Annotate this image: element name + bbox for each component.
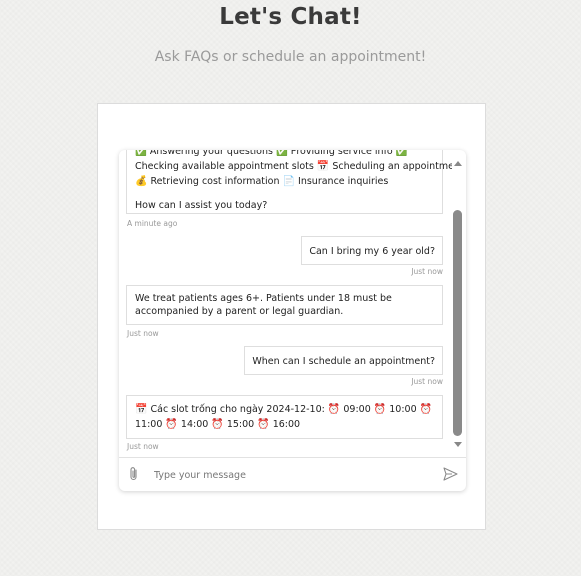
paperclip-icon[interactable] xyxy=(128,466,140,482)
alarm-clock-icon: ⏰ xyxy=(327,404,341,415)
bot-line-text: Scheduling an appointment xyxy=(332,161,452,172)
time-slot: 14:00 xyxy=(180,419,209,430)
scrollbar-thumb[interactable] xyxy=(453,210,462,436)
bot-message: 📅 Các slot trống cho ngày 2024-12-10: ⏰ … xyxy=(126,395,443,439)
bot-message: ✅ Answering your questions ✅ Providing s… xyxy=(126,150,452,214)
alarm-clock-icon: ⏰ xyxy=(257,419,270,430)
page-title: Let's Chat! xyxy=(219,4,362,30)
time-slot: 11:00 xyxy=(135,419,163,430)
message-composer xyxy=(119,457,466,491)
time-slot: 09:00 xyxy=(343,404,371,415)
page-subtitle: Ask FAQs or schedule an appointment! xyxy=(154,49,427,65)
calendar-icon: 📅 xyxy=(316,161,330,172)
bot-message-line: 💰 Retrieving cost information 📄 Insuranc… xyxy=(135,174,434,189)
message-timestamp: A minute ago xyxy=(127,219,178,228)
bot-message: We treat patients ages 6+. Patients unde… xyxy=(126,285,443,325)
user-message: Can I bring my 6 year old? xyxy=(301,236,443,265)
scroll-up-arrow-icon[interactable] xyxy=(454,161,462,166)
bot-message-text: We treat patients ages 6+. Patients unde… xyxy=(135,293,392,317)
message-list[interactable]: ✅ Answering your questions ✅ Providing s… xyxy=(119,150,452,457)
document-icon: 📄 xyxy=(282,176,295,187)
bot-line-text: Retrieving cost information xyxy=(150,176,280,187)
user-message: When can I schedule an appointment? xyxy=(244,346,443,375)
message-timestamp: Just now xyxy=(411,267,443,276)
chat-widget: ✅ Answering your questions ✅ Providing s… xyxy=(119,150,466,491)
message-timestamp: Just now xyxy=(127,329,159,338)
alarm-clock-icon: ⏰ xyxy=(373,404,387,415)
message-scrollbar[interactable] xyxy=(452,150,463,457)
time-slot: 15:00 xyxy=(226,419,255,430)
scroll-down-arrow-icon[interactable] xyxy=(454,442,462,447)
alarm-clock-icon: ⏰ xyxy=(165,419,178,430)
alarm-clock-icon: ⏰ xyxy=(211,419,224,430)
user-message-text: When can I schedule an appointment? xyxy=(252,356,435,367)
money-bag-icon: 💰 xyxy=(135,176,148,187)
time-slot: 16:00 xyxy=(272,419,301,430)
time-slot: 10:00 xyxy=(389,404,417,415)
bot-message-line: Checking available appointment slots 📅 S… xyxy=(135,159,452,174)
send-icon[interactable] xyxy=(443,467,458,481)
calendar-icon: 📅 xyxy=(135,404,148,415)
bot-message-line-partial: ✅ Answering your questions ✅ Providing s… xyxy=(135,150,408,157)
message-timestamp: Just now xyxy=(127,442,159,451)
user-message-text: Can I bring my 6 year old? xyxy=(309,246,435,257)
bot-line-text: Checking available appointment slots xyxy=(135,161,314,172)
message-input[interactable] xyxy=(152,465,436,485)
bot-line-text: Insurance inquiries xyxy=(298,176,389,187)
bot-message-text: Các slot trống cho ngày 2024-12-10: xyxy=(150,404,325,415)
alarm-clock-icon: ⏰ xyxy=(419,404,433,415)
message-timestamp: Just now xyxy=(411,377,443,386)
bot-line-text: How can I assist you today? xyxy=(135,200,268,211)
